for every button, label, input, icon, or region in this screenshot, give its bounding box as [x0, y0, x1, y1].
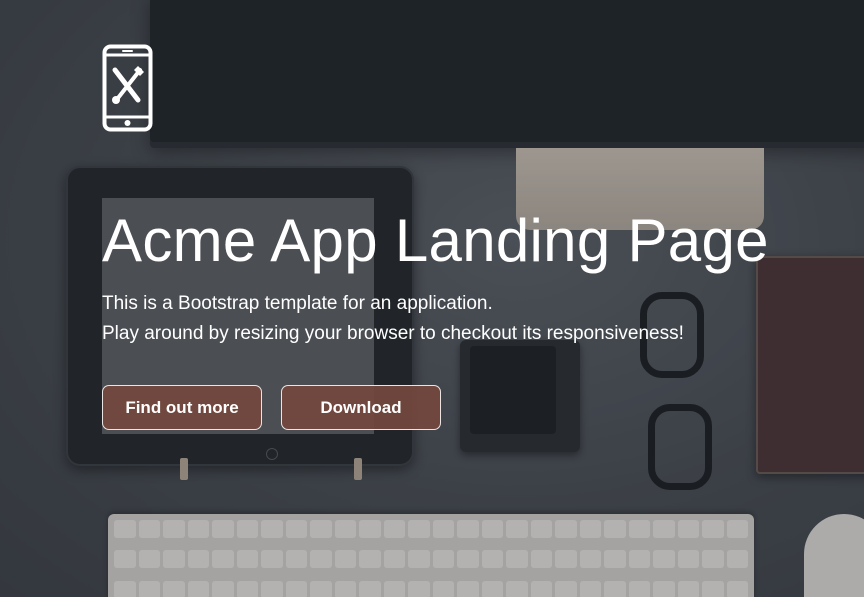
subtitle-line-2: Play around by resizing your browser to …: [102, 323, 684, 344]
page-title: Acme App Landing Page: [102, 207, 769, 274]
subtitle-line-1: This is a Bootstrap template for an appl…: [102, 293, 493, 314]
mobile-app-tools-icon: [102, 44, 153, 132]
hero-section: Acme App Landing Page This is a Bootstra…: [0, 0, 864, 597]
find-out-more-button[interactable]: Find out more: [102, 385, 262, 430]
hero-content: Acme App Landing Page This is a Bootstra…: [102, 0, 864, 597]
download-button[interactable]: Download: [281, 385, 441, 430]
